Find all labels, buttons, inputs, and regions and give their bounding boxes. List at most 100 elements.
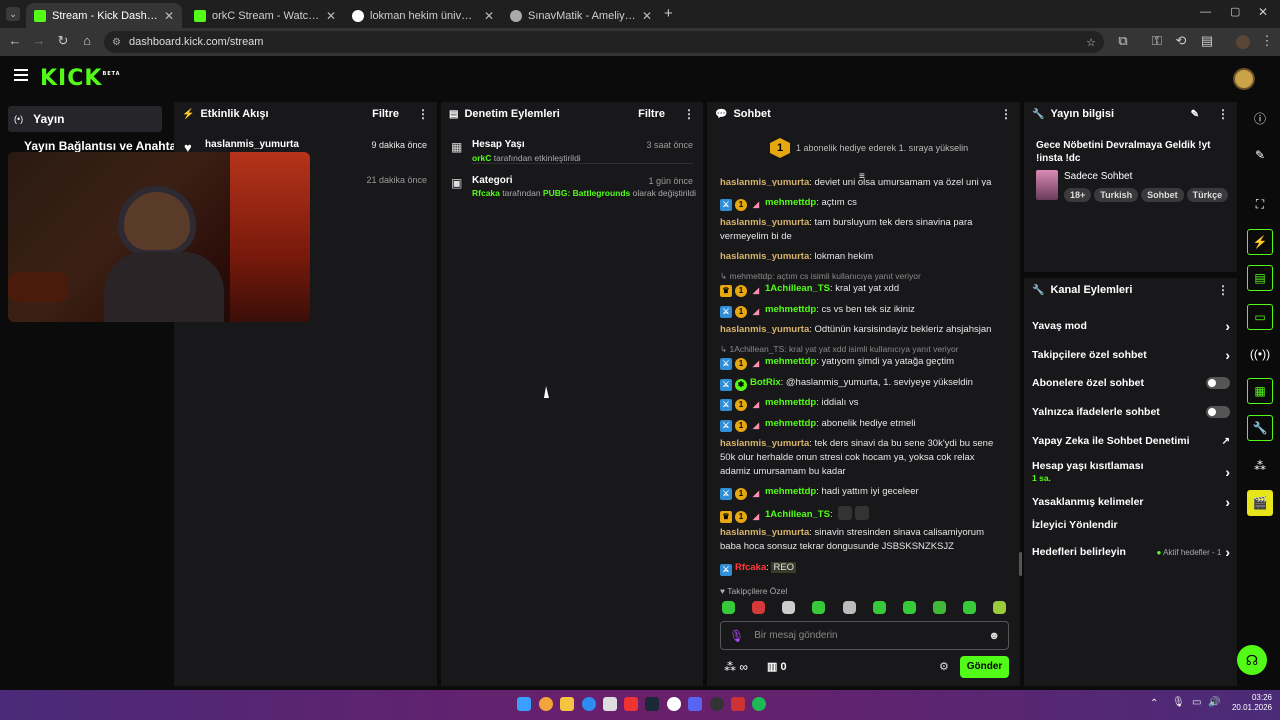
- kebab-menu-icon[interactable]: ⋮: [683, 107, 695, 121]
- site-info-icon[interactable]: ⚙: [112, 37, 121, 48]
- close-icon[interactable]: ✕: [484, 9, 494, 23]
- bolt-icon[interactable]: ⚡: [1247, 229, 1273, 255]
- discord-icon[interactable]: [688, 697, 702, 711]
- close-icon[interactable]: ✕: [326, 9, 336, 23]
- menu-kebab-icon[interactable]: ⋮: [1258, 33, 1276, 49]
- forward-icon[interactable]: →: [30, 33, 48, 48]
- steam-icon[interactable]: [645, 697, 659, 711]
- emote-icon[interactable]: [782, 601, 795, 614]
- user-avatar[interactable]: [1233, 68, 1255, 90]
- maximize-button[interactable]: ▢: [1230, 5, 1240, 18]
- emote-icon[interactable]: [812, 601, 825, 614]
- chat-input[interactable]: 🎙 Bir mesaj gönderin ☻: [720, 621, 1009, 650]
- reply-indicator[interactable]: ↳ mehmettdp: açtım cs isimli kullanıcıya…: [720, 271, 921, 282]
- spotify-icon[interactable]: [752, 697, 766, 711]
- moderation-filter-button[interactable]: Filtre: [638, 108, 665, 120]
- emote-icon[interactable]: [873, 601, 886, 614]
- slow-mode-action[interactable]: Yavaş mod ›: [1032, 318, 1230, 334]
- emote-icon[interactable]: [843, 601, 856, 614]
- home-icon[interactable]: ⌂: [78, 33, 96, 48]
- document-icon[interactable]: ▤: [1247, 265, 1273, 291]
- obs-icon[interactable]: [667, 697, 681, 711]
- video-panel-icon[interactable]: ▦: [1247, 378, 1273, 404]
- clapper-icon[interactable]: 🎬: [1247, 490, 1273, 516]
- profile-avatar[interactable]: [1236, 35, 1250, 49]
- raid-action[interactable]: İzleyici Yönlendir: [1032, 519, 1230, 531]
- tab-google-search[interactable]: lokman hekim üniversitesi - Go ✕: [344, 3, 502, 28]
- store-icon[interactable]: [603, 697, 617, 711]
- hamburger-menu-icon[interactable]: [14, 69, 28, 81]
- points-counter[interactable]: ⁂ ∞: [724, 660, 748, 674]
- category-thumbnail[interactable]: [1036, 170, 1058, 200]
- tab-sinavmatik[interactable]: SınavMatik - Ameliyathane ve Y ✕: [502, 3, 660, 28]
- reload-icon[interactable]: ↻: [54, 33, 72, 49]
- ai-moderation-action[interactable]: Yapay Zeka ile Sohbet Denetimi ↗: [1032, 435, 1230, 447]
- system-clock[interactable]: 03:26 20.01.2026: [1228, 693, 1272, 713]
- emote-icon[interactable]: [903, 601, 916, 614]
- focus-icon[interactable]: ⛶: [1247, 191, 1273, 217]
- kebab-menu-icon[interactable]: ⋮: [1217, 107, 1229, 121]
- chat-bubble-icon[interactable]: ▭: [1247, 304, 1273, 330]
- emote-icon[interactable]: [933, 601, 946, 614]
- broadcast-icon[interactable]: ((•)): [1247, 341, 1273, 367]
- chat-settings-gear-icon[interactable]: ⚙: [939, 660, 949, 673]
- emotes-only-toggle[interactable]: [1206, 406, 1230, 418]
- extensions-icon[interactable]: ⧉: [1114, 33, 1132, 49]
- microphone-icon[interactable]: 🎙: [729, 629, 744, 643]
- tab-orkc-stream[interactable]: orkC Stream - Watch Live on Ki ✕: [186, 3, 344, 28]
- kick-logo[interactable]: KICKBETA: [40, 66, 121, 91]
- category-name[interactable]: Sadece Sohbet: [1064, 171, 1132, 182]
- close-icon[interactable]: ✕: [642, 9, 652, 23]
- new-tab-button[interactable]: +: [664, 5, 673, 22]
- app-icon[interactable]: [731, 697, 745, 711]
- tray-chevron-icon[interactable]: ⌃: [1150, 698, 1158, 709]
- kebab-menu-icon[interactable]: ⋮: [417, 107, 429, 121]
- gift-banner-text[interactable]: 1 abonelik hediye ederek 1. sıraya yükse…: [796, 143, 968, 153]
- app-icon[interactable]: [710, 697, 724, 711]
- tab-search-icon[interactable]: ⌄: [6, 7, 20, 21]
- network-icon[interactable]: ▭: [1192, 697, 1201, 708]
- history-icon[interactable]: ⟲: [1172, 33, 1190, 49]
- chrome-icon[interactable]: [539, 697, 553, 711]
- wrench-icon[interactable]: 🔧: [1247, 415, 1273, 441]
- activity-filter-button[interactable]: Filtre: [372, 108, 399, 120]
- account-age-action[interactable]: Hesap yaşı kısıtlaması 1 sa. ›: [1032, 460, 1230, 484]
- kebab-menu-icon[interactable]: ⋮: [1000, 107, 1012, 121]
- bookmark-star-icon[interactable]: ☆: [1086, 36, 1096, 49]
- address-bar[interactable]: ⚙ dashboard.kick.com/stream ☆: [104, 31, 1104, 53]
- info-icon[interactable]: ⓘ: [1247, 105, 1273, 131]
- support-headset-icon[interactable]: ☊: [1237, 645, 1267, 675]
- minimize-button[interactable]: —: [1200, 6, 1211, 18]
- window-close-button[interactable]: ✕: [1258, 5, 1268, 19]
- youtube-icon[interactable]: [624, 697, 638, 711]
- emote-icon[interactable]: [993, 601, 1006, 614]
- sidebar-item-stream[interactable]: (•) Yayın: [8, 106, 162, 132]
- microphone-icon[interactable]: 🎙: [1172, 697, 1185, 708]
- activity-user[interactable]: haslanmis_yumurta: [205, 139, 299, 150]
- reply-indicator[interactable]: ↳ 1Achillean_TS: kral yat yat xdd isimli…: [720, 344, 959, 355]
- goals-action[interactable]: Hedefleri belirleyin ● Aktif hedefler - 1…: [1032, 544, 1230, 560]
- volume-icon[interactable]: 🔊: [1208, 697, 1220, 708]
- edge-icon[interactable]: [582, 697, 596, 711]
- edit-pencil-icon[interactable]: ✎: [1247, 142, 1273, 168]
- chat-scrollbar[interactable]: [1019, 552, 1022, 576]
- edit-pencil-icon[interactable]: ✎: [1191, 109, 1199, 120]
- nodes-icon[interactable]: ⁂: [1247, 453, 1273, 479]
- file-explorer-icon[interactable]: [560, 697, 574, 711]
- sidepanel-icon[interactable]: ▤: [1198, 33, 1216, 49]
- emote-icon[interactable]: [752, 601, 765, 614]
- kebab-menu-icon[interactable]: ⋮: [1217, 283, 1229, 297]
- emoji-icon[interactable]: ☻: [988, 630, 1000, 642]
- banned-words-action[interactable]: Yasaklanmış kelimeler ›: [1032, 494, 1230, 510]
- subscribers-only-toggle[interactable]: [1206, 377, 1230, 389]
- emote-icon[interactable]: [722, 601, 735, 614]
- followers-only-action[interactable]: Takipçilere özel sohbet ›: [1032, 347, 1230, 363]
- send-button[interactable]: Gönder: [960, 656, 1009, 678]
- windows-start-icon[interactable]: [517, 697, 531, 711]
- emote-icon[interactable]: [963, 601, 976, 614]
- store-counter[interactable]: ▥ 0: [767, 660, 787, 673]
- back-icon[interactable]: ←: [6, 33, 24, 48]
- password-key-icon[interactable]: ⚿: [1148, 33, 1166, 49]
- tab-kick-dashboard[interactable]: Stream - Kick Dashboard ✕: [26, 3, 182, 28]
- close-icon[interactable]: ✕: [164, 9, 174, 23]
